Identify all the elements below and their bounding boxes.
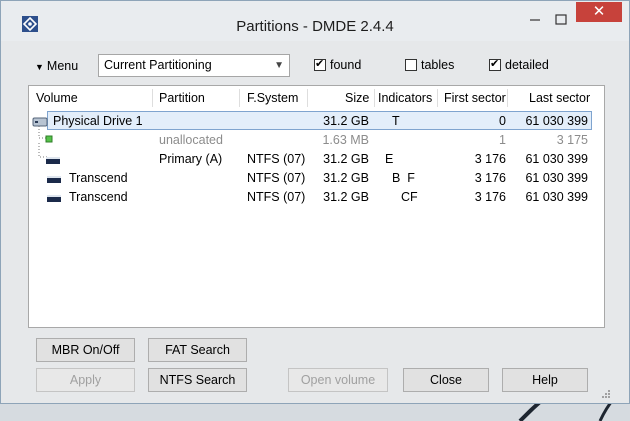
first-sector-cell: 3 176 (474, 190, 506, 204)
tables-checkbox-label: tables (421, 58, 455, 72)
found-checkbox[interactable]: found (314, 57, 362, 72)
tables-checkbox[interactable]: tables (405, 58, 454, 72)
partition-icon (46, 157, 60, 164)
column-header-filesystem[interactable]: F.System (247, 91, 298, 105)
size-cell: 31.2 GB (323, 171, 369, 185)
partition-cell: Primary (A) (159, 152, 223, 166)
last-sector-cell: 61 030 399 (525, 190, 588, 204)
partitions-table[interactable]: Volume Partition F.System Size Indicator… (28, 85, 605, 328)
detailed-checkbox-label: detailed (505, 58, 549, 72)
volume-icon (47, 195, 61, 202)
column-separator (152, 89, 153, 107)
volume-cell: Physical Drive 1 (53, 114, 143, 128)
column-separator (307, 89, 308, 107)
column-header-partition[interactable]: Partition (159, 91, 205, 105)
column-header-volume[interactable]: Volume (36, 91, 78, 105)
first-sector-cell: 1 (499, 133, 506, 147)
first-sector-cell: 3 176 (474, 171, 506, 185)
column-separator (437, 89, 438, 107)
table-row[interactable]: Transcend NTFS (07) 31.2 GB CF 3 176 61 … (29, 189, 604, 207)
last-sector-cell: 3 175 (556, 133, 588, 147)
apply-button[interactable]: Apply (36, 368, 135, 392)
size-cell: 31.2 GB (323, 114, 369, 128)
filesystem-cell: NTFS (07) (247, 152, 306, 166)
help-button[interactable]: Help (502, 368, 588, 392)
size-cell: 31.2 GB (323, 152, 369, 166)
partitioning-select-value: Current Partitioning (104, 58, 212, 72)
maximize-icon[interactable] (548, 11, 574, 29)
column-header-indicators[interactable]: Indicators (378, 91, 432, 105)
last-sector-cell: 61 030 399 (525, 152, 588, 166)
first-sector-cell: 3 176 (474, 152, 506, 166)
partitions-window: Partitions - DMDE 2.4.4 ✕ ▼ Menu Current … (0, 0, 630, 404)
chevron-down-icon: ▼ (274, 60, 284, 71)
found-checkbox-box[interactable] (314, 57, 326, 71)
column-separator (239, 89, 240, 107)
size-cell: 1.63 MB (322, 133, 369, 147)
indicators-cell: T (392, 114, 400, 128)
detailed-checkbox[interactable]: detailed (489, 57, 549, 72)
table-row[interactable]: Primary (A) NTFS (07) 31.2 GB E 3 176 61… (29, 143, 604, 169)
column-separator (507, 89, 508, 107)
dropdown-triangle-icon: ▼ (35, 62, 44, 72)
fat-search-button[interactable]: FAT Search (148, 338, 247, 362)
column-header-size[interactable]: Size (345, 91, 369, 105)
minimize-icon[interactable] (522, 11, 548, 29)
tables-checkbox-box[interactable] (405, 59, 417, 71)
filesystem-cell: NTFS (07) (247, 171, 306, 185)
filesystem-cell: NTFS (07) (247, 190, 306, 204)
detailed-checkbox-box[interactable] (489, 57, 501, 71)
indicators-cell: B F (392, 171, 415, 185)
volume-cell: Transcend (69, 190, 128, 204)
menu-label: Menu (46, 59, 79, 73)
close-window-button[interactable]: ✕ (576, 2, 622, 22)
found-checkbox-label: found (330, 58, 362, 72)
first-sector-cell: 0 (499, 114, 506, 128)
unallocated-icon (45, 135, 53, 143)
open-volume-button[interactable]: Open volume (288, 368, 388, 392)
indicators-cell: CF (401, 190, 418, 204)
titlebar: Partitions - DMDE 2.4.4 ✕ (1, 1, 629, 41)
size-cell: 31.2 GB (323, 190, 369, 204)
table-row[interactable]: Physical Drive 1 31.2 GB T 0 61 030 399 (29, 111, 604, 131)
column-header-last-sector[interactable]: Last sector (529, 91, 590, 105)
mbr-onoff-button[interactable]: MBR On/Off (36, 338, 135, 362)
partition-cell: unallocated (159, 133, 223, 147)
menu-button[interactable]: ▼ Menu (35, 59, 78, 73)
column-separator (374, 89, 375, 107)
partitioning-select[interactable]: Current Partitioning ▼ (98, 54, 290, 77)
ntfs-search-button[interactable]: NTFS Search (148, 368, 247, 392)
table-row[interactable]: unallocated 1.63 MB 1 3 175 (29, 126, 604, 150)
volume-icon (47, 176, 61, 183)
close-button[interactable]: Close (403, 368, 489, 392)
table-row[interactable]: Transcend NTFS (07) 31.2 GB B F 3 176 61… (29, 170, 604, 188)
last-sector-cell: 61 030 399 (525, 114, 588, 128)
volume-cell: Transcend (69, 171, 128, 185)
indicators-cell: E (385, 152, 394, 166)
last-sector-cell: 61 030 399 (525, 171, 588, 185)
resize-grip-icon[interactable] (601, 389, 611, 399)
column-header-first-sector[interactable]: First sector (444, 91, 506, 105)
